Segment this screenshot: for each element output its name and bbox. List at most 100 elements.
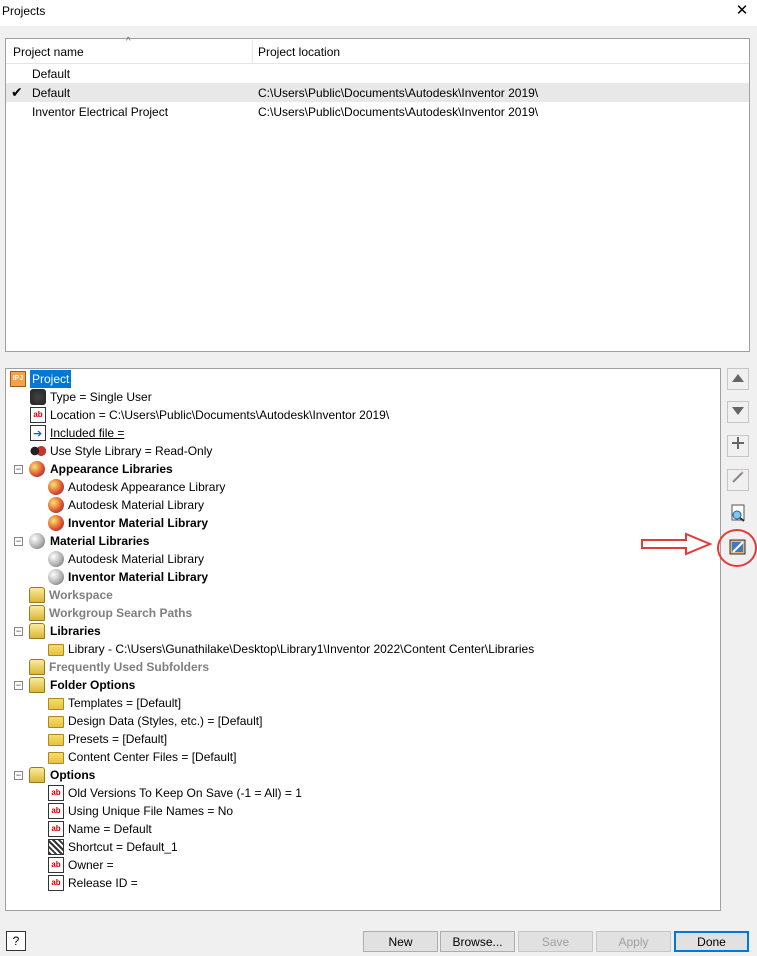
project-name: Default: [32, 67, 71, 81]
folder-icon: [48, 644, 64, 656]
project-location: C:\Users\Public\Documents\Autodesk\Inven…: [258, 105, 539, 119]
tree-label: Use Style Library = Read-Only: [50, 444, 213, 458]
tree-label: Autodesk Material Library: [68, 498, 205, 512]
move-down-button[interactable]: [727, 401, 749, 423]
tree-label: Project: [30, 370, 72, 388]
appearance-library-icon: [29, 461, 45, 477]
collapse-icon[interactable]: −: [14, 627, 23, 636]
tree-label: Workspace: [49, 588, 113, 602]
done-button[interactable]: Done: [674, 931, 749, 952]
tree-label: Owner =: [68, 858, 114, 872]
text-field-icon: ab: [48, 875, 64, 891]
workspace-folder-icon: [29, 587, 45, 603]
close-icon[interactable]: ✕: [727, 0, 757, 24]
tree-label: Design Data (Styles, etc.) = [Default]: [68, 714, 263, 728]
appearance-library-icon: [48, 479, 64, 495]
tree-label: Content Center Files = [Default]: [68, 750, 237, 764]
tree-label: Old Versions To Keep On Save (-1 = All) …: [68, 786, 302, 800]
edit-button[interactable]: [727, 469, 749, 491]
find-icon: [731, 504, 745, 522]
text-field-icon: ab: [48, 803, 64, 819]
down-arrow-icon: [732, 407, 744, 415]
tree-label: Libraries: [50, 624, 101, 638]
text-field-icon: ab: [48, 857, 64, 873]
add-button[interactable]: [727, 435, 749, 457]
material-library-icon: [48, 569, 64, 585]
sort-ascending-icon: ^: [126, 36, 131, 47]
folder-icon: [48, 734, 64, 746]
appearance-library-icon: [48, 515, 64, 531]
project-row[interactable]: Inventor Electrical Project C:\Users\Pub…: [6, 102, 749, 121]
tree-label: Folder Options: [50, 678, 136, 692]
project-settings-tree[interactable]: IPJ Project Type = Single User ab Locati…: [5, 368, 721, 911]
collapse-icon[interactable]: −: [14, 537, 23, 546]
column-header-name[interactable]: Project name: [13, 45, 84, 59]
tree-label: Autodesk Material Library: [68, 552, 205, 566]
style-library-icon: [30, 443, 46, 459]
annotation-arrow-icon: [641, 532, 712, 556]
appearance-library-icon: [48, 497, 64, 513]
tree-label: Using Unique File Names = No: [68, 804, 234, 818]
edit-icon: [732, 471, 744, 483]
tree-label: Shortcut = Default_1: [68, 840, 178, 854]
tree-label: Included file =: [50, 426, 125, 440]
browse-button[interactable]: Browse...: [440, 931, 515, 952]
material-library-icon: [29, 533, 45, 549]
checkmark-icon: ✔: [11, 84, 23, 100]
subfolders-folder-icon: [29, 659, 45, 675]
help-button[interactable]: ?: [6, 931, 26, 951]
column-header-location[interactable]: Project location: [258, 45, 340, 59]
save-button[interactable]: Save: [518, 931, 593, 952]
tree-label: Workgroup Search Paths: [49, 606, 193, 620]
libraries-folder-icon: [29, 623, 45, 639]
tree-label: Autodesk Appearance Library: [68, 480, 226, 494]
shortcut-icon: [48, 839, 64, 855]
collapse-icon[interactable]: −: [14, 681, 23, 690]
tree-label: Templates = [Default]: [68, 696, 182, 710]
workgroup-folder-icon: [29, 605, 45, 621]
options-folder-icon: [29, 767, 45, 783]
folder-icon: [48, 752, 64, 764]
window-title: Projects: [2, 4, 46, 18]
tree-label: Options: [50, 768, 96, 782]
move-up-button[interactable]: [727, 368, 749, 390]
title-bar: Projects ✕: [0, 0, 757, 26]
collapse-icon[interactable]: −: [14, 771, 23, 780]
project-row[interactable]: Default: [6, 64, 749, 83]
tree-label: Material Libraries: [50, 534, 150, 548]
text-field-icon: ab: [48, 821, 64, 837]
tree-label: Frequently Used Subfolders: [49, 660, 210, 674]
tree-label: Presets = [Default]: [68, 732, 168, 746]
user-type-icon: [30, 389, 46, 405]
include-file-icon: [30, 425, 46, 443]
tree-label: Location = C:\Users\Public\Documents\Aut…: [50, 408, 390, 422]
tree-label: Type = Single User: [50, 390, 152, 404]
project-list-header: Project name ^ Project location: [6, 36, 749, 64]
up-arrow-icon: [732, 374, 744, 382]
project-name: Inventor Electrical Project: [32, 105, 169, 119]
project-row-active[interactable]: ✔ Default C:\Users\Public\Documents\Auto…: [6, 83, 749, 102]
folder-icon: [48, 716, 64, 728]
text-field-icon: ab: [30, 407, 46, 423]
find-button[interactable]: [727, 503, 749, 525]
tree-label: Release ID =: [68, 876, 138, 890]
project-list[interactable]: Project name ^ Project location Default …: [5, 36, 750, 352]
tree-label: Library - C:\Users\Gunathilake\Desktop\L…: [68, 642, 535, 656]
tree-label: Appearance Libraries: [50, 462, 173, 476]
collapse-icon[interactable]: −: [14, 465, 23, 474]
new-button[interactable]: New: [363, 931, 438, 952]
folder-icon: [48, 698, 64, 710]
tree-label: Name = Default: [68, 822, 152, 836]
project-name: Default: [32, 86, 71, 100]
add-icon: [732, 437, 744, 449]
tree-label: Inventor Material Library: [68, 570, 209, 584]
folder-options-icon: [29, 677, 45, 693]
apply-button[interactable]: Apply: [596, 931, 671, 952]
tree-label: Inventor Material Library: [68, 516, 209, 530]
material-library-icon: [48, 551, 64, 567]
project-location: C:\Users\Public\Documents\Autodesk\Inven…: [258, 86, 539, 100]
project-file-icon: IPJ: [10, 371, 26, 387]
column-separator[interactable]: [252, 41, 253, 63]
annotation-circle: [717, 529, 757, 567]
text-field-icon: ab: [48, 785, 64, 801]
